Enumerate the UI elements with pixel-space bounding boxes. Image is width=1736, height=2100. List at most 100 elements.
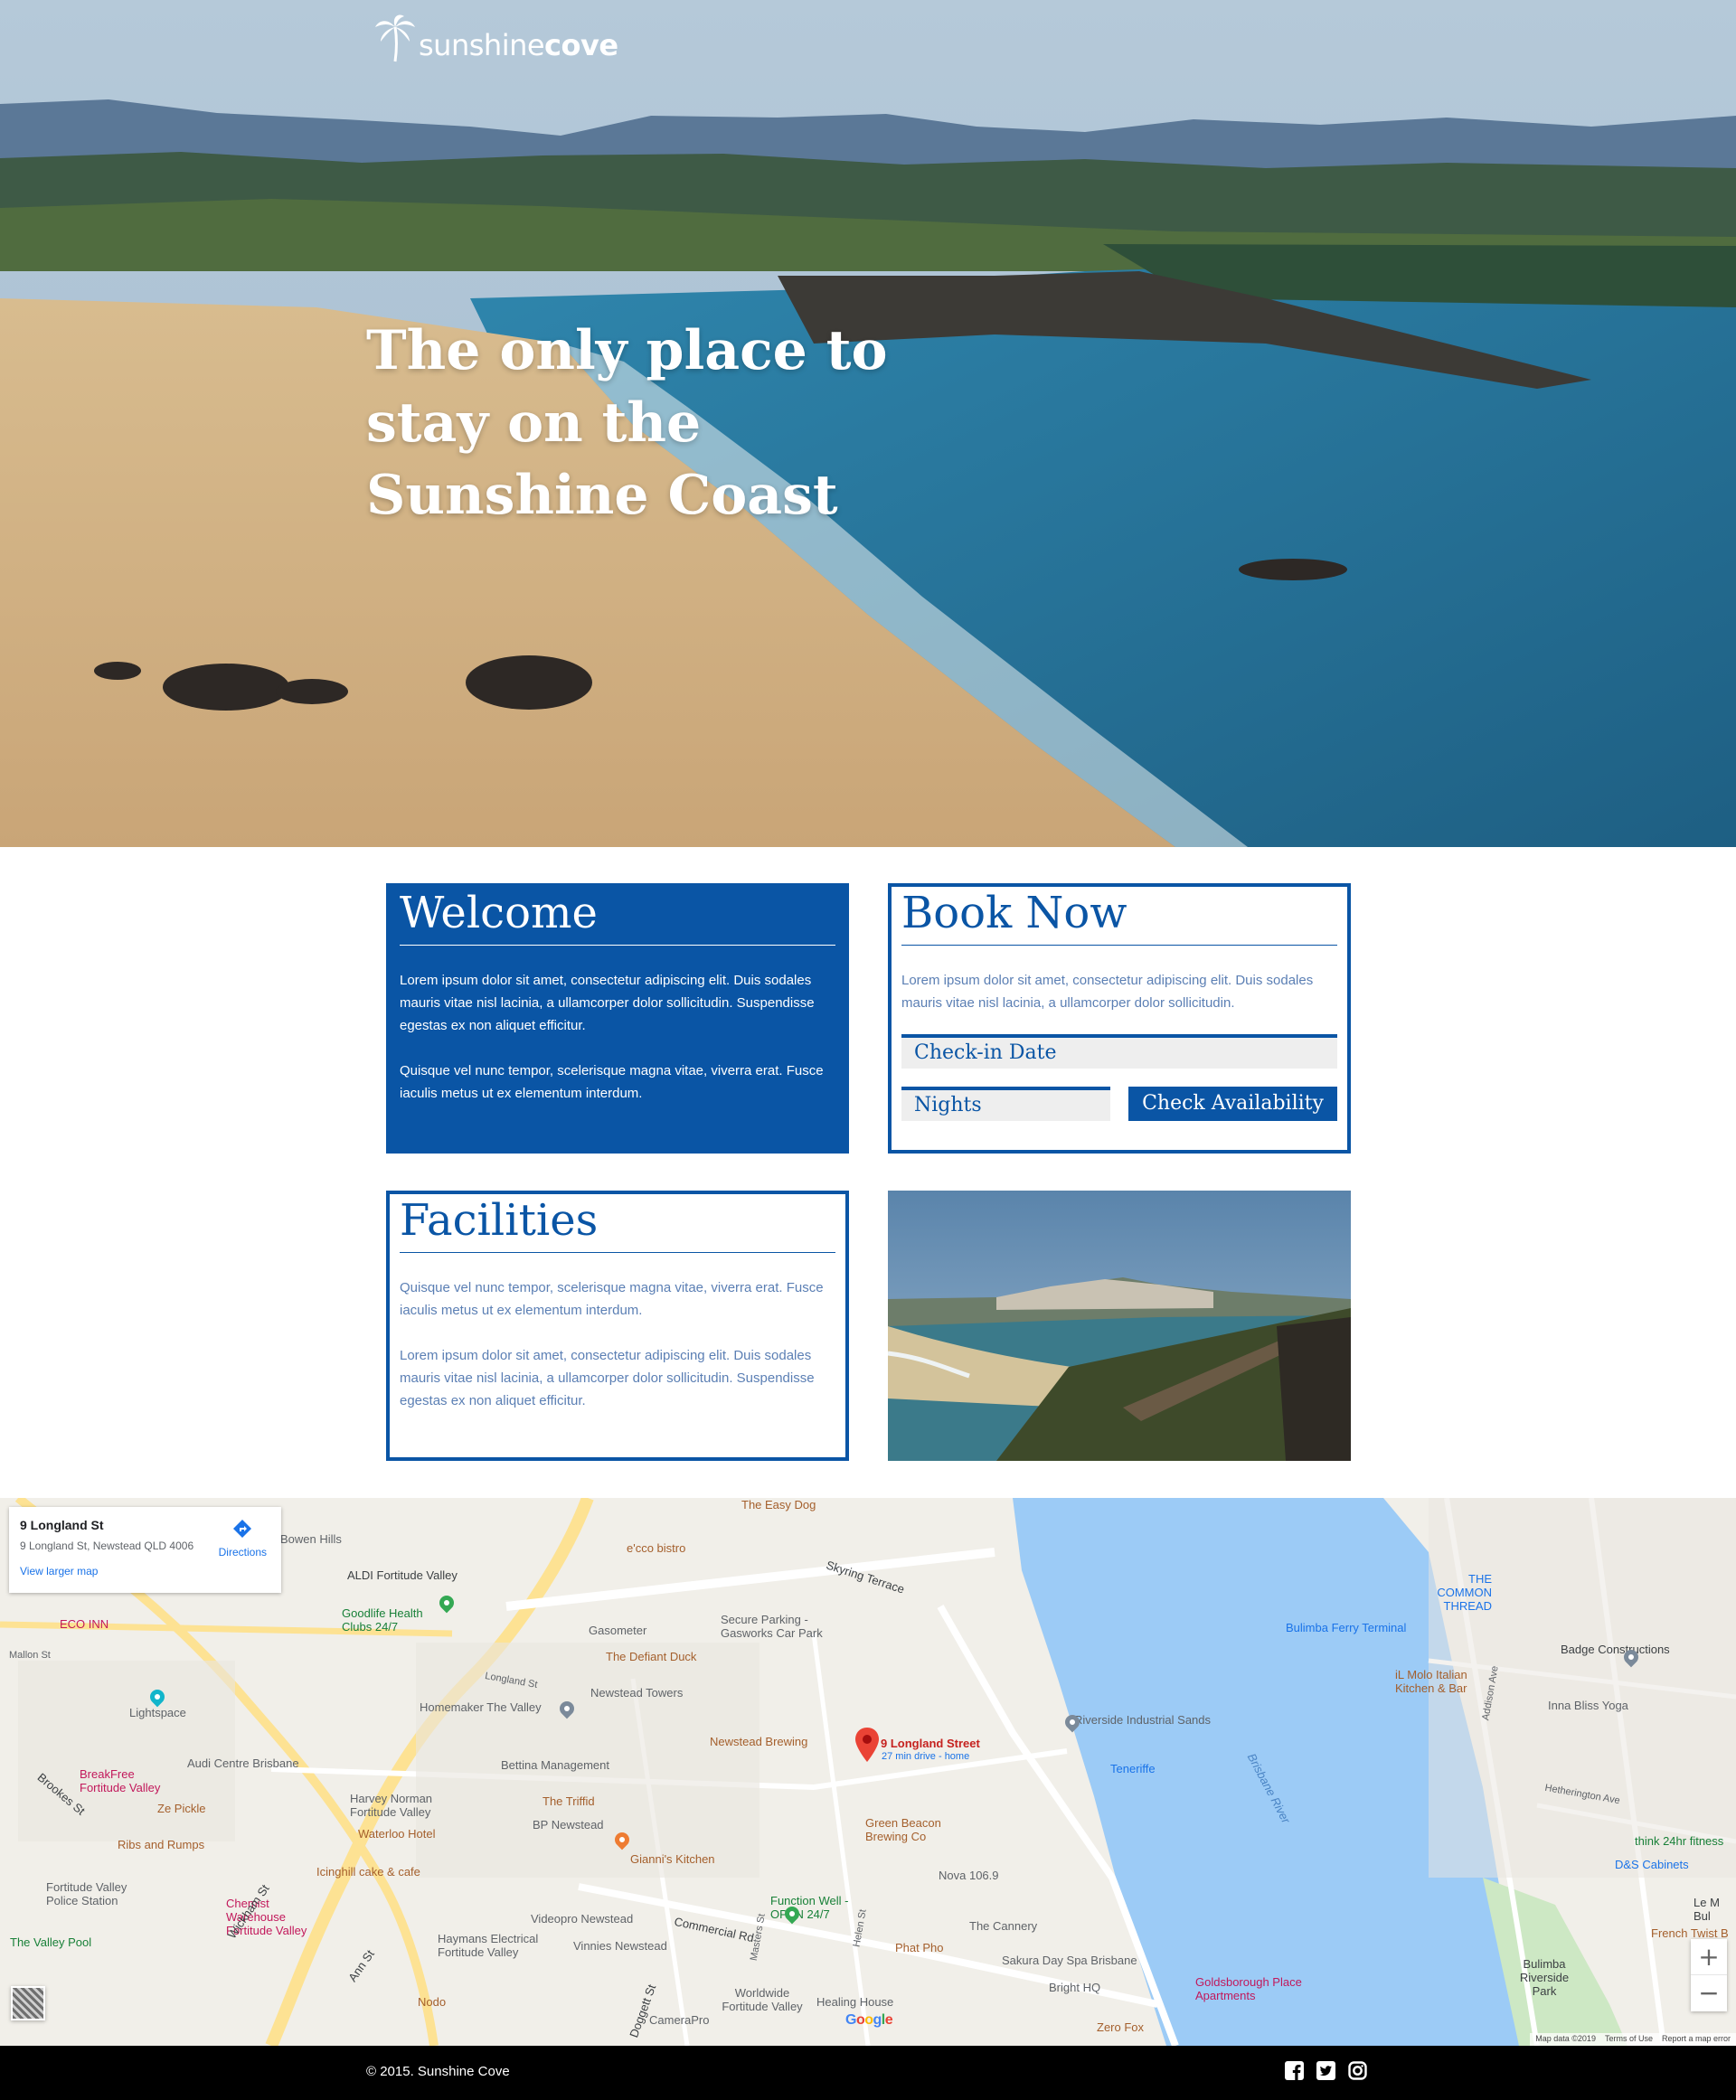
place-label[interactable]: Nova 106.9 <box>939 1869 999 1882</box>
directions-button[interactable]: Directions <box>219 1518 267 1559</box>
place-label[interactable]: Vinnies Newstead <box>573 1939 667 1953</box>
facilities-card: Facilities Quisque vel nunc tempor, scel… <box>386 1191 849 1461</box>
place-label[interactable]: Secure Parking - Gasworks Car Park <box>721 1613 847 1640</box>
place-label[interactable]: Fortitude Valley Police Station <box>46 1880 155 1907</box>
welcome-heading: Welcome <box>400 888 598 938</box>
welcome-divider <box>400 945 835 946</box>
zoom-in-button[interactable]: + <box>1691 1939 1727 1975</box>
place-label[interactable]: Ribs and Rumps <box>118 1838 204 1851</box>
place-label[interactable]: Videopro Newstead <box>531 1912 633 1926</box>
location-map[interactable]: Bowen Hills ALDI Fortitude Valley Goodli… <box>0 1498 1736 2046</box>
place-label[interactable]: Haymans Electrical Fortitude Valley <box>438 1932 555 1959</box>
place-label[interactable]: D&S Cabinets <box>1615 1858 1689 1871</box>
nights-field[interactable]: Nights <box>901 1087 1110 1121</box>
place-label[interactable]: The Cannery <box>969 1919 1037 1933</box>
place-label[interactable]: Badge Constructions <box>1561 1643 1670 1656</box>
place-label[interactable]: Zero Fox <box>1097 2020 1144 2034</box>
place-label[interactable]: Riverside Industrial Sands <box>1074 1713 1211 1727</box>
place-label[interactable]: iL Molo Italian Kitchen & Bar <box>1395 1668 1495 1695</box>
place-label[interactable]: French Twist B <box>1651 1926 1729 1940</box>
map-marker-icon[interactable] <box>855 1728 879 1762</box>
place-label[interactable]: Green Beacon Brewing Co <box>865 1816 956 1843</box>
place-label[interactable]: The Easy Dog <box>741 1498 816 1511</box>
place-label[interactable]: Newstead Towers <box>590 1686 683 1700</box>
facilities-heading: Facilities <box>400 1195 599 1246</box>
book-now-text: Lorem ipsum dolor sit amet, consectetur … <box>901 973 1314 1011</box>
place-label[interactable]: Worldwide Fortitude Valley <box>717 1986 807 2013</box>
place-label[interactable]: Lightspace <box>129 1706 186 1719</box>
social-links <box>1285 2061 1367 2080</box>
coastal-photo <box>888 1191 1351 1461</box>
palm-logo-icon <box>375 14 415 62</box>
welcome-card: Welcome Lorem ipsum dolor sit amet, cons… <box>386 883 849 1154</box>
place-label[interactable]: Goodlife Health Clubs 24/7 <box>342 1606 450 1634</box>
place-label[interactable]: The Valley Pool <box>10 1935 91 1949</box>
place-label[interactable]: Newstead Brewing <box>710 1735 807 1748</box>
site-logo[interactable]: sunshinecove <box>373 13 618 63</box>
copyright-text: © 2015. Sunshine Cove <box>366 2064 510 2079</box>
book-now-divider <box>901 945 1337 946</box>
place-label[interactable]: Teneriffe <box>1110 1762 1156 1775</box>
place-label[interactable]: BreakFree Fortitude Valley <box>80 1767 179 1794</box>
check-in-date-field[interactable]: Check-in Date <box>901 1034 1337 1069</box>
place-label[interactable]: Nodo <box>418 1995 446 2009</box>
directions-icon <box>233 1520 252 1538</box>
place-label[interactable]: The Defiant Duck <box>606 1650 696 1663</box>
place-label[interactable]: Healing House <box>816 1995 893 2009</box>
place-label[interactable]: Sakura Day Spa Brisbane <box>1002 1954 1137 1967</box>
place-label[interactable]: The Triffid <box>542 1794 595 1808</box>
report-error-link[interactable]: Report a map error <box>1662 2034 1731 2045</box>
place-label[interactable]: Homemaker The Valley <box>420 1700 542 1714</box>
zoom-out-button[interactable]: − <box>1691 1975 1727 2011</box>
directions-label: Directions <box>218 1546 267 1559</box>
place-label[interactable]: Bowen Hills <box>280 1532 342 1546</box>
map-satellite-toggle[interactable] <box>11 1986 45 2020</box>
place-label[interactable]: THE COMMON THREAD <box>1429 1572 1492 1613</box>
view-larger-map-link[interactable]: View larger map <box>20 1565 270 1577</box>
coastal-photo-image <box>888 1191 1351 1461</box>
place-label[interactable]: BP Newstead <box>533 1818 604 1832</box>
place-label[interactable]: Icinghill cake & cafe <box>316 1865 420 1879</box>
terms-link[interactable]: Terms of Use <box>1605 2034 1653 2045</box>
place-label[interactable]: Inna Bliss Yoga <box>1548 1699 1628 1712</box>
logo-bold-text: cove <box>544 28 618 62</box>
place-label[interactable]: Le M Bul <box>1694 1896 1730 1923</box>
hero-section: sunshinecove The only place to stay on t… <box>0 0 1736 847</box>
check-availability-button[interactable]: Check Availability <box>1128 1087 1337 1121</box>
destination-label[interactable]: 9 Longland Street <box>881 1737 980 1750</box>
map-data-credit: Map data ©2019 <box>1535 2034 1596 2043</box>
instagram-icon[interactable] <box>1348 2061 1367 2080</box>
place-label[interactable]: ALDI Fortitude Valley <box>347 1568 458 1582</box>
logo-wordmark: sunshinecove <box>419 31 618 63</box>
place-label[interactable]: Waterloo Hotel <box>358 1827 436 1841</box>
place-label[interactable]: Gasometer <box>589 1624 646 1637</box>
place-label[interactable]: Ze Pickle <box>157 1802 205 1815</box>
place-label[interactable]: Phat Pho <box>895 1941 944 1954</box>
place-label[interactable]: e'cco bistro <box>627 1541 685 1555</box>
place-label[interactable]: Goldsborough Place Apartments <box>1195 1975 1322 2002</box>
street-label: Mallon St <box>9 1650 51 1661</box>
site-footer: © 2015. Sunshine Cove <box>0 2046 1736 2100</box>
place-label[interactable]: Bettina Management <box>501 1758 609 1772</box>
logo-light-text: sunshine <box>419 28 545 62</box>
place-label[interactable]: Gianni's Kitchen <box>630 1852 715 1866</box>
map-attribution: Map data ©2019 Terms of Use Report a map… <box>1530 2033 1736 2046</box>
map-zoom-control: + − <box>1691 1939 1727 2011</box>
place-label[interactable]: Bright HQ <box>1049 1981 1100 1994</box>
place-label[interactable]: ECO INN <box>60 1617 108 1631</box>
place-label[interactable]: Harvey Norman Fortitude Valley <box>350 1792 458 1819</box>
place-label[interactable]: Bulimba Ferry Terminal <box>1286 1621 1406 1634</box>
place-label[interactable]: think 24hr fitness <box>1635 1834 1723 1848</box>
place-label[interactable]: Bulimba Riverside Park <box>1508 1957 1580 1998</box>
twitter-icon[interactable] <box>1316 2061 1335 2080</box>
facilities-paragraph-2: Lorem ipsum dolor sit amet, consectetur … <box>400 1348 815 1408</box>
destination-sub-label: 27 min drive - home <box>882 1751 970 1762</box>
google-logo: Google <box>845 2012 893 2028</box>
map-info-card: 9 Longland St 9 Longland St, Newstead QL… <box>9 1507 281 1593</box>
place-label[interactable]: CameraPro <box>649 2013 709 2027</box>
book-now-card: Book Now Lorem ipsum dolor sit amet, con… <box>888 883 1351 1154</box>
book-now-heading: Book Now <box>901 888 1127 938</box>
facebook-icon[interactable] <box>1285 2061 1304 2080</box>
place-label[interactable]: Audi Centre Brisbane <box>187 1756 299 1770</box>
facilities-divider <box>400 1252 835 1253</box>
